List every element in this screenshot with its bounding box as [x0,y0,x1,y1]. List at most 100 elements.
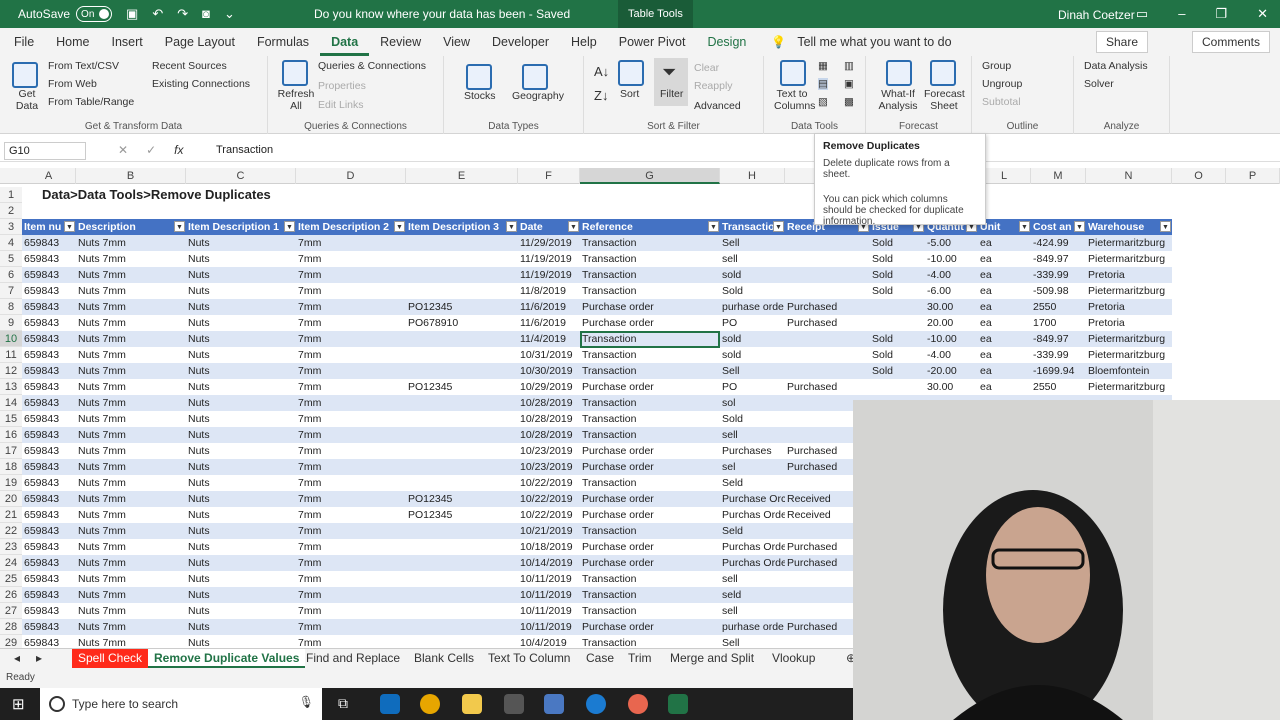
table-cell[interactable]: Nuts 7mm [76,523,186,539]
table-cell[interactable]: Nuts [186,363,296,379]
table-cell[interactable]: Purchase order [580,459,720,475]
table-cell[interactable]: 659843 [22,411,76,427]
table-cell[interactable]: 11/6/2019 [518,299,580,315]
forecast-sheet-button[interactable]: Forecast Sheet [924,88,965,112]
table-header-cell[interactable]: Transactio ▼ [720,219,785,235]
name-box[interactable]: G10 [4,142,86,160]
table-cell[interactable]: Transaction [580,283,720,299]
table-cell[interactable]: Sold [870,283,925,299]
edit-links-button[interactable]: Edit Links [318,99,364,111]
filter-dropdown-icon[interactable]: ▼ [1160,221,1171,232]
table-cell[interactable]: sol [720,395,785,411]
sheet-heading[interactable]: Data>Data Tools>Remove Duplicates [40,187,340,205]
table-cell[interactable]: 2550 [1031,299,1086,315]
table-header-cell[interactable]: Warehouse ▼ [1086,219,1172,235]
table-cell[interactable]: Nuts [186,411,296,427]
row-header[interactable]: 20 [0,491,22,507]
advanced-button[interactable]: Advanced [694,100,741,112]
table-cell[interactable]: 659843 [22,315,76,331]
table-cell[interactable]: 659843 [22,251,76,267]
row-header[interactable]: 21 [0,507,22,523]
table-cell[interactable]: 10/23/2019 [518,443,580,459]
table-cell[interactable]: purhase orde [720,299,785,315]
table-cell[interactable]: Nuts [186,443,296,459]
chrome-icon[interactable] [420,694,440,714]
what-if-button[interactable]: What-If Analysis [878,88,918,112]
table-cell[interactable]: Nuts [186,555,296,571]
restore-icon[interactable]: ❐ [1215,6,1227,22]
table-cell[interactable]: Nuts 7mm [76,395,186,411]
subtotal-button[interactable]: Subtotal [982,96,1021,108]
table-cell[interactable]: 7mm [296,507,406,523]
table-cell[interactable]: 10/11/2019 [518,603,580,619]
table-cell[interactable]: Transaction [580,475,720,491]
table-cell[interactable]: 7mm [296,523,406,539]
table-cell[interactable]: 7mm [296,251,406,267]
tab-power-pivot[interactable]: Power Pivot [608,28,697,56]
column-header-m[interactable]: M [1031,168,1086,184]
table-cell[interactable]: Purchase order [580,555,720,571]
from-table-button[interactable]: From Table/Range [48,96,134,108]
table-cell[interactable] [406,235,518,251]
table-cell[interactable] [785,283,870,299]
table-cell[interactable]: Nuts [186,523,296,539]
table-cell[interactable]: 7mm [296,587,406,603]
table-cell[interactable]: -6.00 [925,283,978,299]
sheet-nav-prev-icon[interactable]: ◂ [8,649,26,668]
table-cell[interactable]: ea [978,379,1031,395]
table-cell[interactable]: 10/21/2019 [518,523,580,539]
autosave-toggle[interactable]: On [76,6,113,22]
table-cell[interactable]: 659843 [22,299,76,315]
table-cell[interactable]: -509.98 [1031,283,1086,299]
tab-design[interactable]: Design [696,28,757,56]
data-validation-icon[interactable]: ▧ [818,96,828,108]
table-cell[interactable]: Purchases [720,443,785,459]
table-cell[interactable]: Sold [870,235,925,251]
table-cell[interactable]: -849.97 [1031,331,1086,347]
table-cell[interactable] [406,411,518,427]
column-header-h[interactable]: H [720,168,785,184]
row-header[interactable]: 2 [0,203,22,219]
table-cell[interactable]: Transaction [580,251,720,267]
task-view-icon[interactable]: ⧉ [338,695,348,712]
table-cell[interactable]: 10/28/2019 [518,411,580,427]
sheet-nav-next-icon[interactable]: ▸ [30,649,48,668]
row-header[interactable]: 10 [0,331,22,347]
table-cell[interactable]: Nuts 7mm [76,587,186,603]
table-cell[interactable]: 10/28/2019 [518,427,580,443]
table-cell[interactable]: Transaction [580,363,720,379]
geography-button[interactable]: Geography [512,90,564,102]
table-cell[interactable] [406,395,518,411]
table-cell[interactable]: Purchased [785,299,870,315]
table-cell[interactable] [406,475,518,491]
tab-insert[interactable]: Insert [101,28,154,56]
row-header[interactable]: 11 [0,347,22,363]
column-header-o[interactable]: O [1172,168,1226,184]
table-cell[interactable]: Nuts [186,235,296,251]
table-cell[interactable] [406,459,518,475]
table-cell[interactable]: Nuts [186,395,296,411]
table-cell[interactable]: 7mm [296,331,406,347]
table-cell[interactable]: Nuts 7mm [76,315,186,331]
table-cell[interactable]: Nuts [186,587,296,603]
table-cell[interactable]: Transaction [580,347,720,363]
row-header[interactable]: 23 [0,539,22,555]
table-cell[interactable] [406,523,518,539]
filter-dropdown-icon[interactable]: ▼ [1019,221,1030,232]
table-cell[interactable]: Purchase order [580,507,720,523]
row-header[interactable]: 25 [0,571,22,587]
share-button[interactable]: Share [1095,31,1148,53]
table-cell[interactable]: Nuts 7mm [76,379,186,395]
table-cell[interactable]: 7mm [296,235,406,251]
table-cell[interactable]: 659843 [22,491,76,507]
table-cell[interactable]: Nuts [186,347,296,363]
tab-review[interactable]: Review [369,28,432,56]
table-cell[interactable]: Nuts 7mm [76,235,186,251]
table-cell[interactable]: Nuts 7mm [76,427,186,443]
table-cell[interactable] [406,587,518,603]
camera-icon[interactable]: ◙ [202,6,210,22]
table-cell[interactable]: Transaction [580,603,720,619]
table-cell[interactable]: Sold [870,331,925,347]
table-cell[interactable]: 10/30/2019 [518,363,580,379]
row-header[interactable]: 24 [0,555,22,571]
